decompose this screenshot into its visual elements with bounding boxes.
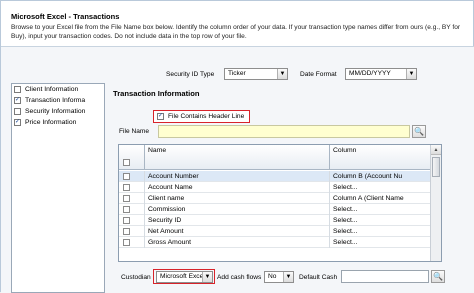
scroll-up-arrow-icon[interactable]: ▲ [431,145,441,155]
search-icon: 🔍 [433,272,443,281]
section-tree: Client Information ✓ Transaction Informa… [11,83,105,293]
grid-scrollbar[interactable]: ▲ [430,145,441,261]
row-column-select[interactable]: Select... [330,215,431,226]
row-name: Security ID [145,215,330,226]
checkbox-icon[interactable] [14,108,21,115]
instructions-text: Browse to your Excel file from the File … [11,24,461,40]
header-column[interactable]: Column [330,145,431,170]
row-checkbox-cell[interactable] [119,204,145,215]
date-format-label: Date Format [300,71,337,78]
table-row[interactable]: Account Number Column B (Account Nu [119,171,431,182]
row-column-select[interactable]: Column A (Client Name [330,193,431,204]
table-row[interactable]: Gross Amount Select... [119,237,431,248]
tree-item-security-information[interactable]: Security Information [12,106,104,117]
checkbox-icon[interactable]: ✓ [14,119,21,126]
row-checkbox-cell[interactable] [119,182,145,193]
tree-item-label: Client Information [25,86,79,93]
row-column-select[interactable]: Select... [330,237,431,248]
default-cash-label: Default Cash [299,274,338,281]
checkbox-icon[interactable] [123,206,130,213]
security-id-select[interactable]: Ticker ▼ [224,68,288,80]
search-icon: 🔍 [414,127,424,136]
file-name-label: File Name [119,128,150,135]
table-row[interactable]: Commission Select... [119,204,431,215]
default-cash-input[interactable] [341,270,429,283]
grid-header: Name Column [119,145,431,170]
section-title: Transaction Information [113,89,200,98]
row-column-select[interactable]: Select... [330,182,431,193]
row-name: Account Number [145,171,330,182]
checkbox-icon[interactable] [123,228,130,235]
chevron-down-icon[interactable]: ▼ [283,272,293,282]
row-checkbox-cell[interactable] [119,215,145,226]
header-select-all[interactable] [119,145,145,170]
checkbox-icon[interactable] [123,159,130,166]
add-cash-flows-label: Add cash flows [217,274,262,281]
table-row[interactable]: Net Amount Select... [119,226,431,237]
checkbox-icon[interactable] [123,184,130,191]
chevron-down-icon[interactable]: ▼ [277,69,287,79]
checkbox-icon[interactable] [14,86,21,93]
table-row[interactable]: Account Name Select... [119,182,431,193]
row-column-select[interactable]: Select... [330,226,431,237]
row-checkbox-cell[interactable] [119,193,145,204]
row-name: Commission [145,204,330,215]
tree-item-client-information[interactable]: Client Information [12,84,104,95]
tree-item-price-information[interactable]: ✓ Price Information [12,117,104,128]
table-row[interactable]: Security ID Select... [119,215,431,226]
custodian-select[interactable]: Microsoft Exce ▼ [156,271,213,283]
header-line-checkbox[interactable]: ✓ File Contains Header Line [153,110,250,123]
row-column-select[interactable]: Column B (Account Nu [330,171,431,182]
file-name-input[interactable] [158,125,410,138]
row-name: Gross Amount [145,237,330,248]
custodian-label: Custodian [121,274,151,281]
browse-button[interactable]: 🔍 [412,125,426,138]
table-row[interactable]: Client name Column A (Client Name [119,193,431,204]
transactions-window: Microsoft Excel - Transactions Browse to… [0,0,474,293]
checkbox-icon[interactable] [123,195,130,202]
row-column-select[interactable]: Select... [330,204,431,215]
scrollbar-thumb[interactable] [432,157,440,177]
tree-item-transaction-information[interactable]: ✓ Transaction Informa [12,95,104,106]
header-line-label: File Contains Header Line [168,113,245,120]
checkbox-icon[interactable] [123,239,130,246]
tree-item-label: Security Information [25,108,86,115]
tree-item-label: Price Information [25,119,77,126]
row-checkbox-cell[interactable] [119,237,145,248]
row-name: Client name [145,193,330,204]
row-checkbox-cell[interactable] [119,171,145,182]
column-mapping-grid: Name Column Account Number Column B (Acc… [118,144,442,262]
row-checkbox-cell[interactable] [119,226,145,237]
checkbox-icon[interactable] [123,217,130,224]
tree-item-label: Transaction Informa [25,97,86,104]
date-format-value: MM/DD/YYYY [349,70,391,77]
row-name: Net Amount [145,226,330,237]
security-id-value: Ticker [228,70,246,77]
row-name: Account Name [145,182,330,193]
header-name[interactable]: Name [145,145,330,170]
custodian-value: Microsoft Exce [160,273,204,280]
add-cash-flows-value: No [268,273,277,280]
chevron-down-icon[interactable]: ▼ [202,272,212,282]
default-cash-search-button[interactable]: 🔍 [431,270,445,283]
add-cash-flows-select[interactable]: No ▼ [264,271,294,283]
checkbox-icon[interactable]: ✓ [14,97,21,104]
checkbox-icon[interactable]: ✓ [157,113,164,120]
chevron-down-icon[interactable]: ▼ [406,69,416,79]
date-format-select[interactable]: MM/DD/YYYY ▼ [345,68,417,80]
window-title: Microsoft Excel - Transactions [11,12,120,21]
security-id-label: Security ID Type [166,71,215,78]
checkbox-icon[interactable] [123,173,130,180]
